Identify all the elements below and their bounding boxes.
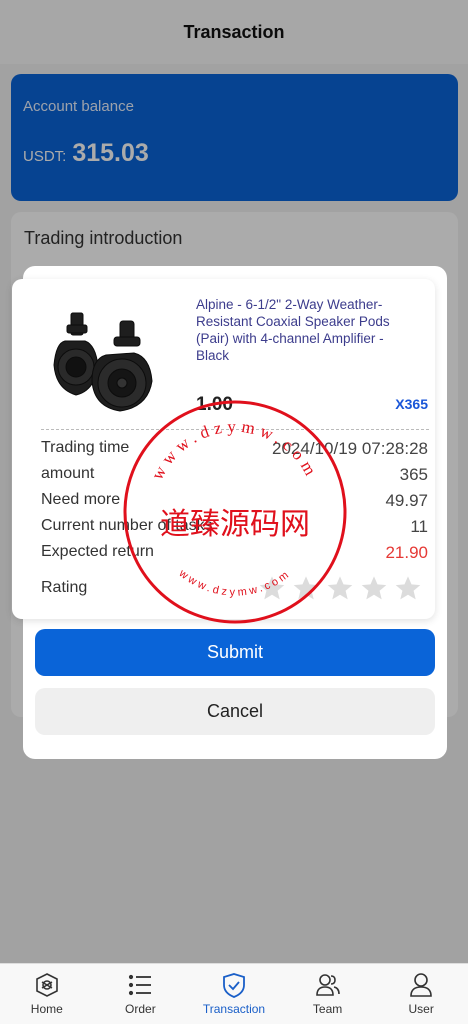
tab-team[interactable]: Team: [281, 964, 375, 1024]
home-icon: [35, 973, 58, 997]
rating-label: Rating: [41, 579, 88, 596]
star-icon[interactable]: [292, 574, 320, 602]
expected-return-value: 21.90: [385, 543, 428, 562]
rating-stars[interactable]: [258, 574, 422, 602]
tab-order[interactable]: Order: [94, 964, 188, 1024]
tab-user[interactable]: User: [374, 964, 468, 1024]
trading-time-label: Trading time: [41, 439, 130, 456]
product-multiplier: X365: [395, 396, 428, 412]
product-image: [53, 312, 153, 412]
user-icon: [410, 973, 432, 997]
star-icon[interactable]: [394, 574, 422, 602]
amount-label: amount: [41, 465, 95, 482]
need-more-label: Need more: [41, 491, 121, 508]
submit-button[interactable]: Submit: [35, 629, 435, 676]
tab-home[interactable]: Home: [0, 964, 94, 1024]
transaction-shield-icon: [223, 973, 245, 998]
tab-label-team: Team: [312, 1002, 343, 1016]
tab-transaction[interactable]: Transaction: [187, 964, 281, 1024]
star-icon[interactable]: [326, 574, 354, 602]
current-tasks-label: Current number of tasks: [41, 517, 213, 534]
star-icon[interactable]: [360, 574, 388, 602]
need-more-value: 49.97: [385, 491, 428, 510]
divider: [41, 429, 429, 430]
bottom-tab-bar: Home Order Transaction Team User: [0, 963, 468, 1024]
tab-label-home: Home: [30, 1002, 63, 1016]
trading-time-value: 2024/10/19 07:28:28: [272, 439, 428, 458]
star-icon[interactable]: [258, 574, 286, 602]
amount-value: 365: [399, 465, 428, 484]
product-title: Alpine - 6-1/2" 2-Way Weather-Resistant …: [196, 297, 390, 363]
tab-label-user: User: [408, 1002, 434, 1016]
tab-label-transaction: Transaction: [202, 1002, 266, 1016]
product-price: 1.00: [196, 394, 233, 415]
tab-label-order: Order: [125, 1002, 156, 1016]
team-icon: [315, 974, 340, 996]
current-tasks-value: 11: [410, 517, 428, 536]
expected-return-label: Expected return: [41, 543, 154, 560]
list-icon: [129, 974, 152, 996]
cancel-button[interactable]: Cancel: [35, 688, 435, 735]
